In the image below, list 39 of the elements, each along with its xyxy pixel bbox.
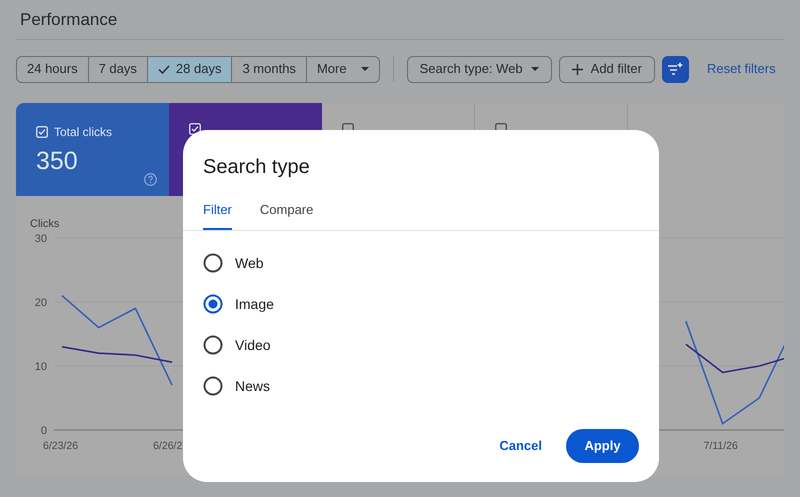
date-range-tab[interactable]: 24 hours: [16, 56, 89, 82]
filter-lines-icon: [667, 62, 684, 76]
tab[interactable]: Filter: [203, 200, 232, 230]
radio-button[interactable]: [203, 294, 223, 314]
axis-tick-label: 20: [34, 297, 47, 309]
option-label: Video: [235, 336, 271, 354]
metric-value: 350: [36, 146, 78, 177]
dialog-title: Search type: [203, 156, 310, 178]
metric-label: Total clicks: [54, 124, 112, 141]
page-title: Performance: [20, 8, 118, 31]
filter-settings-button[interactable]: [662, 56, 689, 82]
radio-button[interactable]: [203, 335, 223, 355]
option-label: Web: [235, 254, 264, 272]
date-range-tab[interactable]: 28 days: [146, 56, 232, 82]
axis-tick-label: 7/11/26: [704, 440, 738, 452]
help-icon: [144, 173, 157, 186]
caret-icon: [360, 67, 369, 71]
search-type-dropdown[interactable]: Search type: Web: [406, 56, 552, 82]
axis-tick-label: 6/23/26: [43, 440, 78, 452]
axis-tick-label: 6/26/2: [153, 440, 182, 452]
reset-filters-link[interactable]: Reset filters: [706, 59, 776, 79]
axis-tick-label: 30: [34, 233, 47, 245]
radio-button[interactable]: [203, 376, 223, 396]
caret-icon: [530, 67, 539, 71]
tab[interactable]: Compare: [260, 200, 314, 230]
metric-card[interactable]: Total clicks 350: [16, 103, 169, 196]
apply-button[interactable]: Apply: [566, 429, 639, 463]
check-icon: [158, 64, 170, 74]
option-label: Image: [235, 294, 274, 314]
plus-icon: [572, 64, 583, 74]
cancel-button[interactable]: Cancel: [495, 429, 546, 463]
radio-button[interactable]: [203, 253, 223, 273]
option-label: News: [235, 376, 270, 396]
axis-title: Clicks: [30, 218, 60, 230]
axis-tick-label: 10: [34, 361, 47, 373]
add-filter-button[interactable]: Add filter: [558, 56, 655, 82]
date-range-tab[interactable]: 3 months: [231, 56, 307, 82]
axis-tick-label: 0: [40, 425, 47, 437]
more-dropdown[interactable]: More: [306, 56, 380, 82]
